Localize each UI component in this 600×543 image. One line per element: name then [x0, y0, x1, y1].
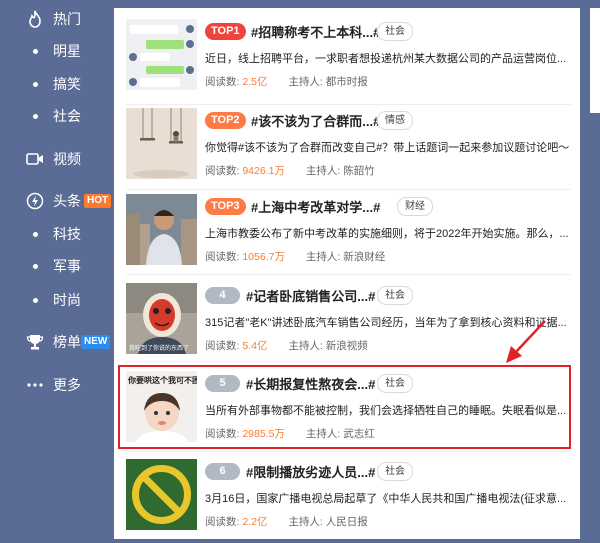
- topic-description: 3月16日，国家广播电视总局起草了《中华人民共和国广播电视法(征求意...: [205, 493, 567, 505]
- sidebar-item-ranking[interactable]: 榜单 NEW: [0, 329, 112, 355]
- bullet-icon: [33, 49, 38, 54]
- topic-description: 上海市教委公布了新中考改革的实施细则，将于2022年开始实施。那么，...: [205, 228, 569, 240]
- topic-title[interactable]: #限制播放劣迹人员...#: [246, 462, 375, 481]
- sidebar-item-tech[interactable]: 科技: [0, 221, 112, 247]
- topic-item[interactable]: TOP2 #该不该为了合群而...# 情感 你觉得#该不该为了合群而改变自己#？…: [126, 108, 571, 192]
- divider: [126, 104, 571, 105]
- sidebar-item-label: 科技: [53, 226, 81, 242]
- rank-badge: 6: [205, 463, 240, 480]
- bullet-icon: [33, 264, 38, 269]
- topic-thumbnail[interactable]: [126, 19, 197, 90]
- reads-count: 5.4亿: [242, 340, 268, 352]
- bullet-icon: [33, 114, 38, 119]
- divider: [126, 451, 571, 452]
- bullet-icon: [33, 298, 38, 303]
- sidebar-item-funny[interactable]: 搞笑: [0, 71, 112, 97]
- hot-badge: HOT: [84, 194, 112, 208]
- sidebar-item-label: 视频: [53, 151, 81, 167]
- topic-title[interactable]: #上海中考改革对学...#: [251, 197, 380, 216]
- host-name[interactable]: 人民日报: [326, 516, 368, 528]
- topic-thumbnail[interactable]: [126, 459, 197, 530]
- topic-meta: 阅读数: 2.2亿 主持人: 人民日报: [205, 514, 368, 529]
- category-tag[interactable]: 情感: [377, 111, 413, 130]
- rank-badge: 4: [205, 287, 240, 304]
- topic-item[interactable]: TOP1 #招聘称考不上本科...# 社会 近日，线上招聘平台，一求职者想投递杭…: [126, 19, 571, 103]
- sidebar-item-label: 搞笑: [53, 76, 81, 92]
- sidebar-item-label: 更多: [53, 377, 81, 393]
- sidebar-item-hot[interactable]: 热门: [0, 6, 112, 32]
- topic-meta: 阅读数: 9426.1万 主持人: 陈韶竹: [205, 163, 375, 178]
- category-tag[interactable]: 社会: [377, 286, 413, 305]
- sidebar-item-fashion[interactable]: 时尚: [0, 287, 112, 313]
- bullet-icon: [33, 232, 38, 237]
- topic-thumbnail[interactable]: 我吃到了你说的东西了: [126, 283, 197, 354]
- category-tag[interactable]: 社会: [377, 462, 413, 481]
- host-label: 主持人:: [288, 76, 323, 88]
- divider: [126, 274, 571, 275]
- topic-thumbnail[interactable]: [126, 194, 197, 265]
- host-name[interactable]: 新浪视频: [326, 340, 368, 352]
- topic-meta: 阅读数: 5.4亿 主持人: 新浪视频: [205, 338, 368, 353]
- lightning-icon: [26, 192, 44, 210]
- host-label: 主持人:: [288, 516, 323, 528]
- more-icon: [26, 376, 44, 394]
- sidebar-item-label: 头条: [53, 193, 81, 209]
- topic-title[interactable]: #招聘称考不上本科...#: [251, 22, 380, 41]
- topic-description: 你觉得#该不该为了合群而改变自己#？带上话题词一起来参加议题讨论吧～: [205, 142, 570, 154]
- rank-badge: TOP1: [205, 23, 246, 40]
- host-name[interactable]: 新浪财经: [343, 251, 385, 263]
- reads-label: 阅读数:: [205, 76, 240, 88]
- host-label: 主持人:: [305, 165, 341, 177]
- rank-badge: TOP3: [205, 198, 246, 215]
- topic-list-panel: TOP1 #招聘称考不上本科...# 社会 近日，线上招聘平台，一求职者想投递杭…: [114, 8, 580, 539]
- topic-thumbnail[interactable]: [126, 108, 197, 179]
- topic-meta: 阅读数: 2.5亿 主持人: 都市时报: [205, 74, 368, 89]
- reads-label: 阅读数:: [205, 516, 240, 528]
- host-name[interactable]: 都市时报: [326, 76, 368, 88]
- sidebar-item-society[interactable]: 社会: [0, 103, 112, 129]
- sidebar-item-headline[interactable]: 头条 HOT: [0, 188, 112, 214]
- topic-title[interactable]: #该不该为了合群而...#: [251, 111, 380, 130]
- pointer-arrow-icon: [506, 320, 546, 363]
- sidebar-item-label: 榜单: [53, 334, 81, 350]
- sidebar-item-label: 时尚: [53, 292, 81, 308]
- sidebar-item-more[interactable]: 更多: [0, 372, 112, 398]
- rank-badge: TOP2: [205, 112, 246, 129]
- host-label: 主持人:: [288, 340, 323, 352]
- category-tag[interactable]: 社会: [377, 22, 413, 41]
- sidebar-item-label: 热门: [53, 11, 81, 27]
- reads-label: 阅读数:: [205, 165, 240, 177]
- topic-meta: 阅读数: 1056.7万 主持人: 新浪财经: [205, 249, 385, 264]
- host-label: 主持人:: [305, 251, 341, 263]
- bullet-icon: [33, 82, 38, 87]
- topic-description: 近日，线上招聘平台，一求职者想投递杭州某大数据公司的产品运营岗位...: [205, 53, 567, 65]
- category-tag[interactable]: 财经: [397, 197, 433, 216]
- new-badge: NEW: [81, 335, 111, 349]
- sidebar-item-label: 明星: [53, 43, 81, 59]
- highlight-box: [118, 365, 571, 449]
- video-icon: [26, 150, 44, 168]
- reads-label: 阅读数:: [205, 251, 240, 263]
- reads-count: 1056.7万: [242, 251, 285, 263]
- thumbnail-caption: 我吃到了你说的东西了: [129, 346, 190, 352]
- sidebar-item-star[interactable]: 明星: [0, 38, 112, 64]
- host-name[interactable]: 陈韶竹: [343, 165, 375, 177]
- sidebar-item-label: 军事: [53, 258, 81, 274]
- reads-count: 9426.1万: [242, 165, 285, 177]
- divider: [126, 189, 571, 190]
- sidebar-item-video[interactable]: 视频: [0, 146, 112, 172]
- sidebar: 热门 明星 搞笑 社会 视频 头条 HOT 科技 军事 时尚 榜单 NEW 更多: [0, 0, 112, 539]
- topic-item[interactable]: 6 #限制播放劣迹人员...# 社会 3月16日，国家广播电视总局起草了《中华人…: [126, 459, 571, 543]
- sidebar-item-label: 社会: [53, 108, 81, 124]
- sidebar-item-military[interactable]: 军事: [0, 253, 112, 279]
- trophy-icon: [26, 333, 44, 351]
- topic-item[interactable]: TOP3 #上海中考改革对学...# 财经 上海市教委公布了新中考改革的实施细则…: [126, 194, 571, 278]
- reads-label: 阅读数:: [205, 340, 240, 352]
- reads-count: 2.5亿: [242, 76, 268, 88]
- topic-title[interactable]: #记者卧底销售公司...#: [246, 286, 375, 305]
- side-card: [590, 8, 600, 113]
- reads-count: 2.2亿: [242, 516, 268, 528]
- flame-icon: [26, 10, 44, 28]
